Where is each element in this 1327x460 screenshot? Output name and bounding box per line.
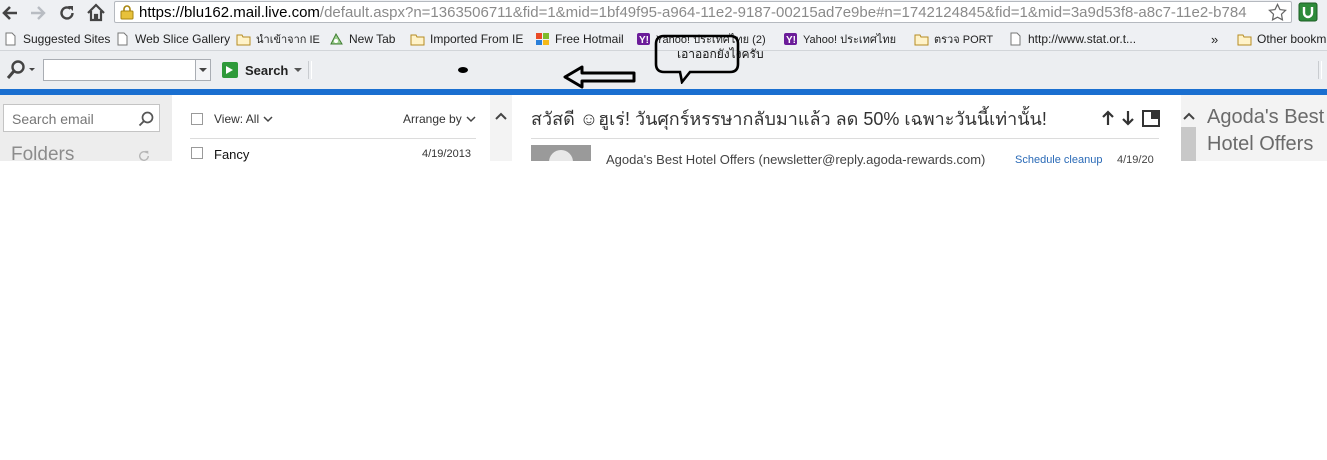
bookmark-suggested-sites[interactable]: Suggested Sites	[3, 30, 110, 48]
annotation-arrow	[562, 64, 636, 90]
reading-subject: สวัสดี ☺ฮูเร่! วันศุกร์หรรษากลับมาแล้ว ล…	[531, 109, 1047, 129]
folder-icon	[410, 34, 425, 46]
star-icon[interactable]	[1268, 3, 1287, 22]
expand-icon[interactable]	[1142, 110, 1160, 127]
refresh-icon[interactable]	[137, 150, 151, 162]
yahoo-icon: Y!	[784, 33, 797, 46]
scroll-up-icon	[495, 112, 507, 120]
view-filter-label: View: All	[214, 112, 260, 126]
message-sender: Fancy	[214, 147, 250, 162]
address-bar-row: https://blu162.mail.live.com/default.asp…	[0, 0, 1327, 26]
ad-title[interactable]: Agoda's Best Hotel Offers	[1207, 104, 1325, 158]
forward-icon[interactable]	[29, 4, 47, 22]
windows-flag-icon	[536, 33, 549, 45]
extension-icon[interactable]	[1298, 2, 1318, 22]
search-arrow-icon	[222, 62, 238, 78]
bookmark-label: Imported From IE	[430, 32, 524, 46]
toolbar-search-dropdown[interactable]	[195, 59, 211, 81]
bookmark-free-hotmail[interactable]: Free Hotmail	[535, 30, 624, 48]
annotation-dot	[458, 67, 468, 73]
url-host: https://blu162.mail.live.com	[139, 4, 320, 21]
message-list-pane: View: All Arrange by Fancy 4/19/2013	[172, 95, 490, 162]
schedule-cleanup-link[interactable]: Schedule cleanup	[1015, 154, 1102, 166]
toolbar-search-button[interactable]: Search	[222, 60, 303, 80]
url-path: /default.aspx?n=1363506711&fid=1&mid=1bf…	[319, 4, 1247, 21]
folders-heading: Folders	[11, 144, 75, 165]
toolbar-search-label: Search	[245, 62, 289, 78]
message-checkbox[interactable]	[191, 147, 203, 159]
bookmark-port-check[interactable]: ตรวจ PORT	[914, 30, 993, 48]
toolbar-search-menu-icon[interactable]	[5, 60, 37, 80]
svg-text:Y!: Y!	[786, 35, 796, 46]
page-icon	[5, 32, 16, 46]
search-email-input[interactable]	[10, 109, 136, 129]
ad-scroll-up-icon[interactable]	[1181, 110, 1197, 122]
bookmark-label: Other bookm	[1257, 32, 1327, 46]
bookmark-yahoo-thai[interactable]: Y! Yahoo! ประเทศไทย	[783, 30, 896, 48]
arrange-by-label: Arrange by	[403, 112, 462, 126]
select-all-checkbox[interactable]	[191, 113, 203, 125]
bookmark-label: Free Hotmail	[555, 32, 624, 46]
search-icon[interactable]	[138, 111, 154, 127]
folder-icon	[1237, 34, 1252, 46]
avatar	[531, 145, 591, 161]
bookmark-new-tab[interactable]: New Tab	[329, 30, 395, 48]
toolbar-divider	[1318, 61, 1322, 79]
bookmark-label: http://www.stat.or.t...	[1028, 32, 1137, 46]
message-date: 4/19/2013	[422, 148, 471, 160]
chevron-down-icon	[294, 68, 303, 72]
new-tab-icon	[330, 32, 343, 45]
lock-icon	[120, 5, 134, 20]
previous-message-icon[interactable]	[1101, 110, 1115, 126]
ad-pane: Agoda's Best Hotel Offers	[1181, 95, 1327, 161]
annotation-text: เอาออกยังไงครับ	[677, 47, 764, 61]
reload-icon[interactable]	[57, 3, 77, 23]
bookmark-stat[interactable]: http://www.stat.or.t...	[1008, 30, 1136, 48]
page-icon	[1010, 32, 1021, 46]
url-field[interactable]: https://blu162.mail.live.com/default.asp…	[114, 1, 1292, 23]
back-icon[interactable]	[1, 4, 19, 22]
reading-divider	[531, 138, 1159, 139]
toolbar-divider	[308, 61, 312, 79]
bookmark-import-from-ie-thai[interactable]: นำเข้าจาก IE	[236, 30, 320, 48]
chevron-down-icon	[263, 116, 273, 123]
reading-date: 4/19/20	[1117, 154, 1154, 166]
url-text: https://blu162.mail.live.com/default.asp…	[139, 4, 1247, 21]
bookmark-label: Web Slice Gallery	[135, 32, 231, 46]
message-list-scrollbar[interactable]	[490, 95, 512, 161]
bookmark-label: Yahoo! ประเทศไทย	[803, 34, 897, 46]
bookmark-label: New Tab	[349, 32, 396, 46]
reading-from: Agoda's Best Hotel Offers (newsletter@re…	[606, 152, 986, 167]
bookmark-label: ตรวจ PORT	[934, 34, 994, 46]
svg-text:Y!: Y!	[639, 35, 649, 46]
arrange-by-dropdown[interactable]: Arrange by	[403, 112, 477, 126]
reading-pane: สวัสดี ☺ฮูเร่! วันศุกร์หรรษากลับมาแล้ว ล…	[512, 95, 1181, 167]
view-filter-dropdown[interactable]: View: All	[214, 112, 274, 126]
bookmarks-overflow-button[interactable]: »	[1211, 30, 1218, 48]
folder-icon	[236, 34, 251, 46]
toolbar-search-input[interactable]	[43, 59, 209, 81]
bookmark-label: Suggested Sites	[23, 32, 111, 46]
bookmark-label: นำเข้าจาก IE	[256, 34, 320, 46]
bookmark-other[interactable]: Other bookm	[1237, 30, 1326, 48]
ad-scroll-thumb[interactable]	[1181, 127, 1196, 161]
next-message-icon[interactable]	[1121, 110, 1135, 126]
chevron-down-icon	[466, 116, 476, 123]
folder-icon	[914, 34, 929, 46]
search-email-field[interactable]	[3, 104, 160, 132]
home-icon[interactable]	[86, 3, 106, 23]
page-icon	[117, 32, 128, 46]
bookmark-web-slice-gallery[interactable]: Web Slice Gallery	[115, 30, 230, 48]
bookmark-imported-from-ie[interactable]: Imported From IE	[410, 30, 523, 48]
yahoo-icon: Y!	[637, 33, 650, 46]
message-row[interactable]: Fancy 4/19/2013	[172, 139, 490, 162]
